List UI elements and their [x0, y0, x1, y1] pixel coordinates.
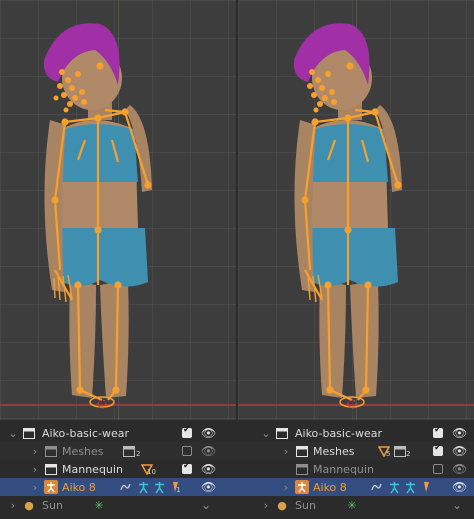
- collection-label: Mannequin: [313, 462, 374, 476]
- pose-icon: [152, 480, 166, 494]
- child-count: 5: [386, 450, 391, 458]
- outliner-row-collection[interactable]: ⌄ Aiko-basic-wear 👁: [0, 424, 237, 442]
- collection-icon: [295, 444, 309, 458]
- child-count: 10: [147, 468, 156, 476]
- chevron-right-icon[interactable]: ›: [279, 444, 293, 458]
- outliner-row-meshes[interactable]: › Meshes 5 2 👁: [237, 442, 474, 460]
- mesh-icon: [393, 444, 407, 458]
- outliner-row-sun[interactable]: › ● Sun ✳ ⌄: [237, 496, 474, 514]
- object-label: Sun: [295, 498, 316, 512]
- chevron-right-icon[interactable]: ›: [259, 498, 273, 512]
- top: [62, 124, 138, 182]
- pose-icon: [403, 480, 417, 494]
- outliner-right: ⌄ Aiko-basic-wear 👁 › Meshes 5 2 👁 Manne…: [237, 420, 474, 519]
- collection-label: Aiko-basic-wear: [42, 426, 130, 440]
- eye-icon[interactable]: 👁: [452, 426, 467, 440]
- sun-data-icon: ✳: [94, 498, 104, 512]
- child-count: 2: [406, 450, 411, 458]
- collection-label: Mannequin: [62, 462, 123, 476]
- chevron-right-icon[interactable]: ›: [279, 480, 293, 494]
- outliner-row-sun[interactable]: › ● Sun ✳ ⌄: [0, 496, 237, 514]
- exclude-checkbox[interactable]: [182, 425, 192, 438]
- exclude-checkbox[interactable]: [433, 425, 443, 438]
- eye-icon[interactable]: 👁: [452, 480, 467, 494]
- chevron-down-icon[interactable]: ⌄: [6, 426, 20, 440]
- eye-icon[interactable]: 👁: [201, 480, 216, 494]
- exclude-checkbox[interactable]: [433, 464, 443, 474]
- chevron-right-icon[interactable]: ›: [28, 444, 42, 458]
- chevron-right-icon[interactable]: ›: [6, 498, 20, 512]
- bone-icon: [419, 480, 433, 494]
- child-count: 1: [176, 486, 181, 494]
- outliner-row-aiko[interactable]: › Aiko 8 👁: [237, 478, 474, 496]
- shorts: [58, 228, 148, 287]
- armature-icon: [295, 480, 309, 494]
- outliner-row-mannequin[interactable]: › Mannequin 10 👁: [0, 460, 237, 478]
- mesh-icon: [122, 444, 136, 458]
- outliner-left: ⌄ Aiko-basic-wear 👁 › Meshes 2 👁 › Manne…: [0, 420, 237, 519]
- collection-icon: [22, 426, 36, 440]
- collection-icon: [275, 426, 289, 440]
- eye-icon[interactable]: 👁: [201, 426, 216, 440]
- character-figure-right: [293, 23, 402, 409]
- character-figure-left: [43, 23, 152, 409]
- object-label: Sun: [42, 498, 63, 512]
- exclude-checkbox[interactable]: [433, 443, 443, 456]
- child-count: 2: [136, 450, 141, 458]
- shorts: [308, 228, 398, 287]
- outliner-row-meshes[interactable]: › Meshes 2 👁: [0, 442, 237, 460]
- object-label: Aiko 8: [62, 480, 96, 494]
- eye-icon[interactable]: 👁: [452, 444, 467, 458]
- collection-label: Aiko-basic-wear: [295, 426, 383, 440]
- eye-icon[interactable]: 👁: [452, 462, 467, 476]
- chevron-down-icon[interactable]: ⌄: [259, 426, 273, 440]
- exclude-checkbox[interactable]: [182, 446, 192, 456]
- outliner-row-mannequin[interactable]: Mannequin 👁: [237, 460, 474, 478]
- armature-icon: [387, 480, 401, 494]
- action-icon: [369, 480, 383, 494]
- action-icon: [118, 480, 132, 494]
- collection-label: Meshes: [313, 444, 355, 458]
- viewport-right[interactable]: [237, 0, 474, 420]
- collection-icon: [295, 462, 309, 476]
- object-label: Aiko 8: [313, 480, 347, 494]
- top: [312, 124, 388, 182]
- eye-icon[interactable]: 👁: [201, 462, 216, 476]
- chevron-right-icon[interactable]: ›: [28, 462, 42, 476]
- collection-label: Meshes: [62, 444, 104, 458]
- light-icon: ●: [277, 498, 287, 512]
- outliner-row-aiko[interactable]: › Aiko 8 1 👁: [0, 478, 237, 496]
- eye-icon[interactable]: 👁: [201, 444, 216, 458]
- sun-data-icon: ✳: [347, 498, 357, 512]
- armature-icon: [44, 480, 58, 494]
- eye-icon[interactable]: ⌄: [201, 498, 211, 512]
- exclude-checkbox[interactable]: [182, 461, 192, 474]
- viewport-left[interactable]: [0, 0, 237, 420]
- collection-icon: [44, 462, 58, 476]
- light-icon: ●: [24, 498, 34, 512]
- armature-icon: [136, 480, 150, 494]
- chevron-right-icon[interactable]: ›: [28, 480, 42, 494]
- eye-icon[interactable]: ⌄: [452, 498, 462, 512]
- collection-icon: [44, 444, 58, 458]
- outliner-row-collection[interactable]: ⌄ Aiko-basic-wear 👁: [237, 424, 474, 442]
